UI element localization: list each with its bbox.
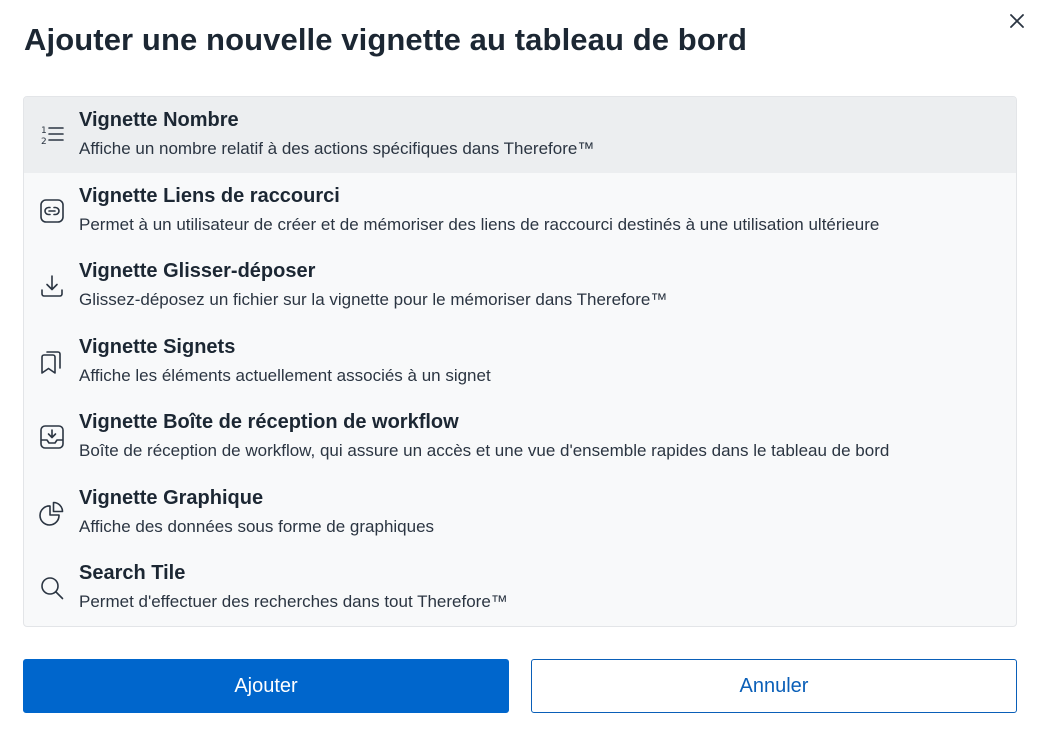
search-icon [38,574,66,602]
tile-option-bookmarks[interactable]: Vignette Signets Affiche les éléments ac… [24,324,1016,400]
tile-option-chart[interactable]: Vignette Graphique Affiche des données s… [24,475,1016,551]
inbox-icon [38,423,66,451]
tile-option-number[interactable]: 1 2 Vignette Nombre Affiche un nombre re… [24,97,1016,173]
bookmarks-icon [38,348,66,376]
tile-option-shortcut-links[interactable]: Vignette Liens de raccourci Permet à un … [24,173,1016,249]
add-tile-dialog: Ajouter une nouvelle vignette au tableau… [0,0,1038,733]
cancel-button[interactable]: Annuler [531,659,1017,713]
close-icon [1010,14,1024,28]
svg-text:1: 1 [41,126,47,136]
add-button[interactable]: Ajouter [23,659,509,713]
tile-option-drag-drop[interactable]: Vignette Glisser-déposer Glissez-déposez… [24,248,1016,324]
tile-list: 1 2 Vignette Nombre Affiche un nombre re… [23,96,1017,627]
tile-description: Affiche les éléments actuellement associ… [79,365,491,385]
close-button[interactable] [1006,10,1028,32]
link-icon [38,197,66,225]
tile-description: Boîte de réception de workflow, qui assu… [79,441,890,460]
numbered-list-icon: 1 2 [38,121,66,149]
tile-title: Vignette Signets [79,335,236,358]
tile-title: Vignette Graphique [79,486,264,509]
tile-title: Vignette Liens de raccourci [79,184,340,207]
svg-text:2: 2 [41,137,47,147]
pie-chart-icon [38,499,66,527]
tile-title: Vignette Nombre [79,109,239,131]
tile-title: Vignette Glisser-déposer [79,260,316,282]
tile-description: Permet d'effectuer des recherches dans t… [79,592,508,611]
tile-title: Vignette Boîte de réception de workflow [79,411,459,433]
tile-description: Permet à un utilisateur de créer et de m… [79,214,880,234]
tile-description: Affiche des données sous forme de graphi… [79,516,435,536]
tile-option-search[interactable]: Search Tile Permet d'effectuer des reche… [24,550,1016,626]
tile-title: Search Tile [79,562,186,584]
download-icon [38,272,66,300]
dialog-title: Ajouter une nouvelle vignette au tableau… [24,22,748,57]
tile-description: Affiche un nombre relatif à des actions … [79,139,595,158]
tile-description: Glissez-déposez un fichier sur la vignet… [79,290,668,309]
tile-option-workflow-inbox[interactable]: Vignette Boîte de réception de workflow … [24,399,1016,475]
